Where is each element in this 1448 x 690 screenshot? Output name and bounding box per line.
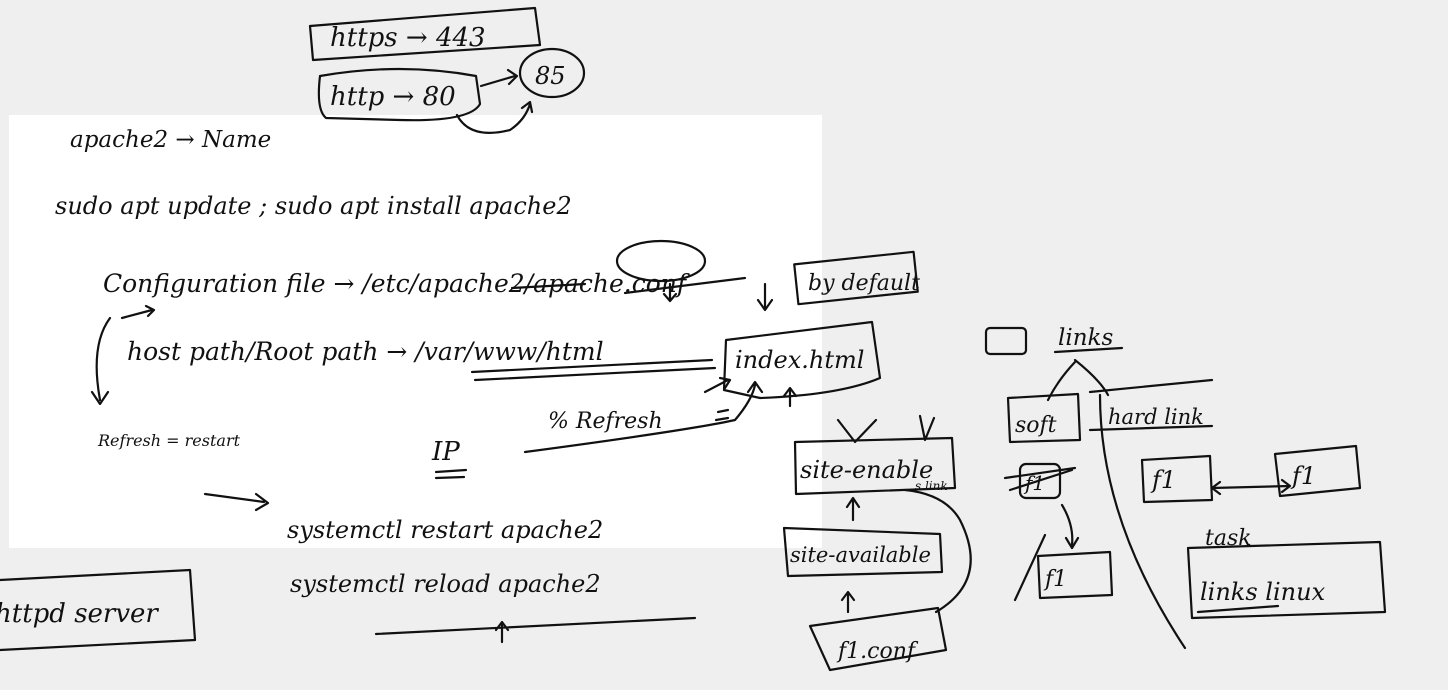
ip-note: IP bbox=[431, 437, 460, 467]
http-curve-arrow bbox=[455, 100, 534, 134]
symlink-note: s.link bbox=[915, 479, 948, 493]
by-default-note: by default bbox=[808, 271, 920, 296]
links-branch bbox=[1046, 358, 1187, 650]
port85-note: 85 bbox=[535, 62, 566, 90]
install-cmd: sudo apt update ; sudo apt install apach… bbox=[55, 192, 572, 220]
root-path-note: host path/Root path → /var/www/html bbox=[127, 337, 604, 366]
reload-underline bbox=[374, 616, 697, 644]
small-down-arrow-2 bbox=[756, 282, 774, 312]
links-note: links bbox=[1058, 325, 1113, 351]
handwritten-notes: https → 443 http → 80 85 apache2 → Name … bbox=[0, 6, 1387, 672]
hard-link-note: hard link bbox=[1108, 405, 1204, 429]
f1-right-note: f1 bbox=[1290, 462, 1316, 490]
ip-underline bbox=[434, 468, 468, 480]
up-arrow-1 bbox=[845, 496, 861, 522]
index-file-note: index.html bbox=[735, 346, 864, 374]
apache2-note: apache2 → Name bbox=[70, 127, 271, 153]
restart-cmd: systemctl restart apache2 bbox=[287, 516, 603, 544]
httpd-note: httpd server bbox=[0, 599, 159, 629]
checkbox-icon bbox=[984, 326, 1028, 356]
site-available-note: site-available bbox=[790, 543, 931, 567]
http-note: http → 80 bbox=[330, 82, 456, 112]
links-linux-note: links linux bbox=[1200, 578, 1326, 606]
refresh-pct-note: % Refresh bbox=[548, 409, 663, 434]
f1-left-note: f1 bbox=[1150, 466, 1176, 494]
links-linux-underline bbox=[1196, 604, 1280, 614]
up-arrow-2 bbox=[840, 590, 856, 614]
config-file-note: Configuration file → /etc/apache2/apache… bbox=[103, 269, 690, 298]
https-note: https → 443 bbox=[330, 23, 486, 53]
reload-cmd: systemctl reload apache2 bbox=[290, 570, 601, 598]
f1-lower-note: f1 bbox=[1043, 567, 1067, 592]
f1-conf-note: f1.conf bbox=[836, 639, 919, 664]
soft-note: soft bbox=[1015, 413, 1057, 438]
restart-arrow bbox=[203, 492, 270, 512]
down-arrow-soft bbox=[1060, 503, 1080, 550]
http-to-85-arrow bbox=[479, 68, 519, 88]
refresh-restart-note: Refresh = restart bbox=[97, 431, 241, 450]
site-enable-note: site-enable bbox=[800, 456, 933, 484]
